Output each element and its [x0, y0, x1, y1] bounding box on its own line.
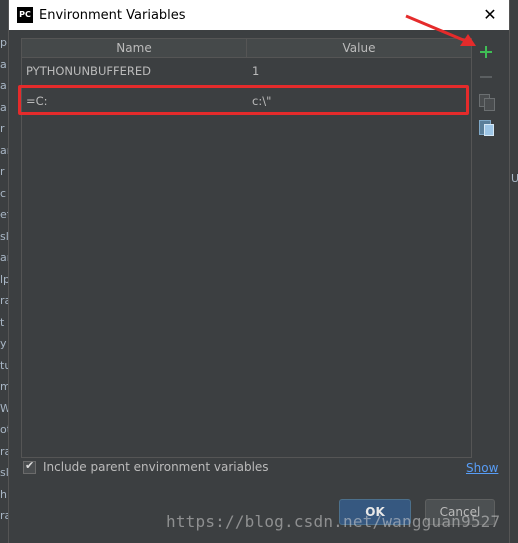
show-link[interactable]: Show [466, 461, 498, 475]
include-parent-label: Include parent environment variables [43, 460, 269, 474]
background-letter: tu [0, 358, 8, 372]
background-letter: W. [0, 401, 8, 415]
background-letter: ot [0, 423, 8, 436]
env-var-table: Name Value PYTHONUNBUFFERED 1 =C: c:\" [18, 38, 472, 458]
background-letter: a [0, 79, 7, 92]
checkmark-icon: ✔ [25, 458, 35, 472]
dialog-title: Environment Variables [39, 7, 186, 23]
background-letter: ra [0, 294, 8, 307]
background-letter: ar [0, 143, 8, 157]
watermark: https://blog.csdn.net/wangguan9527 [166, 512, 501, 531]
background-letter: m [0, 380, 8, 393]
background-letter: a [0, 57, 7, 71]
background-letter: ef [0, 208, 8, 221]
background-letter: p [0, 36, 7, 49]
background-letter: ra [0, 444, 8, 458]
background-letter: ra [0, 509, 8, 522]
background-letter: ar [0, 251, 8, 264]
copy-button[interactable] [476, 92, 496, 112]
environment-variables-dialog: PC Environment Variables ✕ Name Value PY… [8, 0, 510, 543]
background-letter: sl [0, 229, 8, 243]
background-letter: r [0, 165, 5, 178]
background-letter: U [511, 172, 518, 185]
paste-button[interactable] [476, 117, 496, 137]
background-letter: c [0, 186, 7, 200]
background-letter: y [0, 337, 7, 350]
minus-icon [480, 76, 492, 78]
background-letter: lp [0, 272, 8, 286]
table-row[interactable]: PYTHONUNBUFFERED 1 [22, 58, 471, 84]
column-header-name[interactable]: Name [22, 39, 247, 57]
row-value-cell[interactable]: 1 [246, 64, 259, 78]
background-letter: r [0, 122, 5, 135]
remove-button[interactable] [476, 67, 496, 87]
background-letter: h [0, 487, 7, 501]
background-window-right: U [509, 0, 518, 543]
background-letter: a [0, 100, 7, 114]
background-letter: sl [0, 466, 8, 479]
include-parent-option[interactable]: ✔ Include parent environment variables [23, 458, 269, 474]
annotation-arrow-icon [405, 14, 476, 46]
highlight-box [18, 85, 469, 115]
row-name-cell[interactable]: PYTHONUNBUFFERED [22, 64, 246, 78]
include-parent-checkbox[interactable]: ✔ [23, 458, 36, 474]
table-toolbar [474, 40, 498, 142]
background-letter: t [0, 315, 5, 329]
pycharm-app-icon: PC [17, 7, 33, 23]
